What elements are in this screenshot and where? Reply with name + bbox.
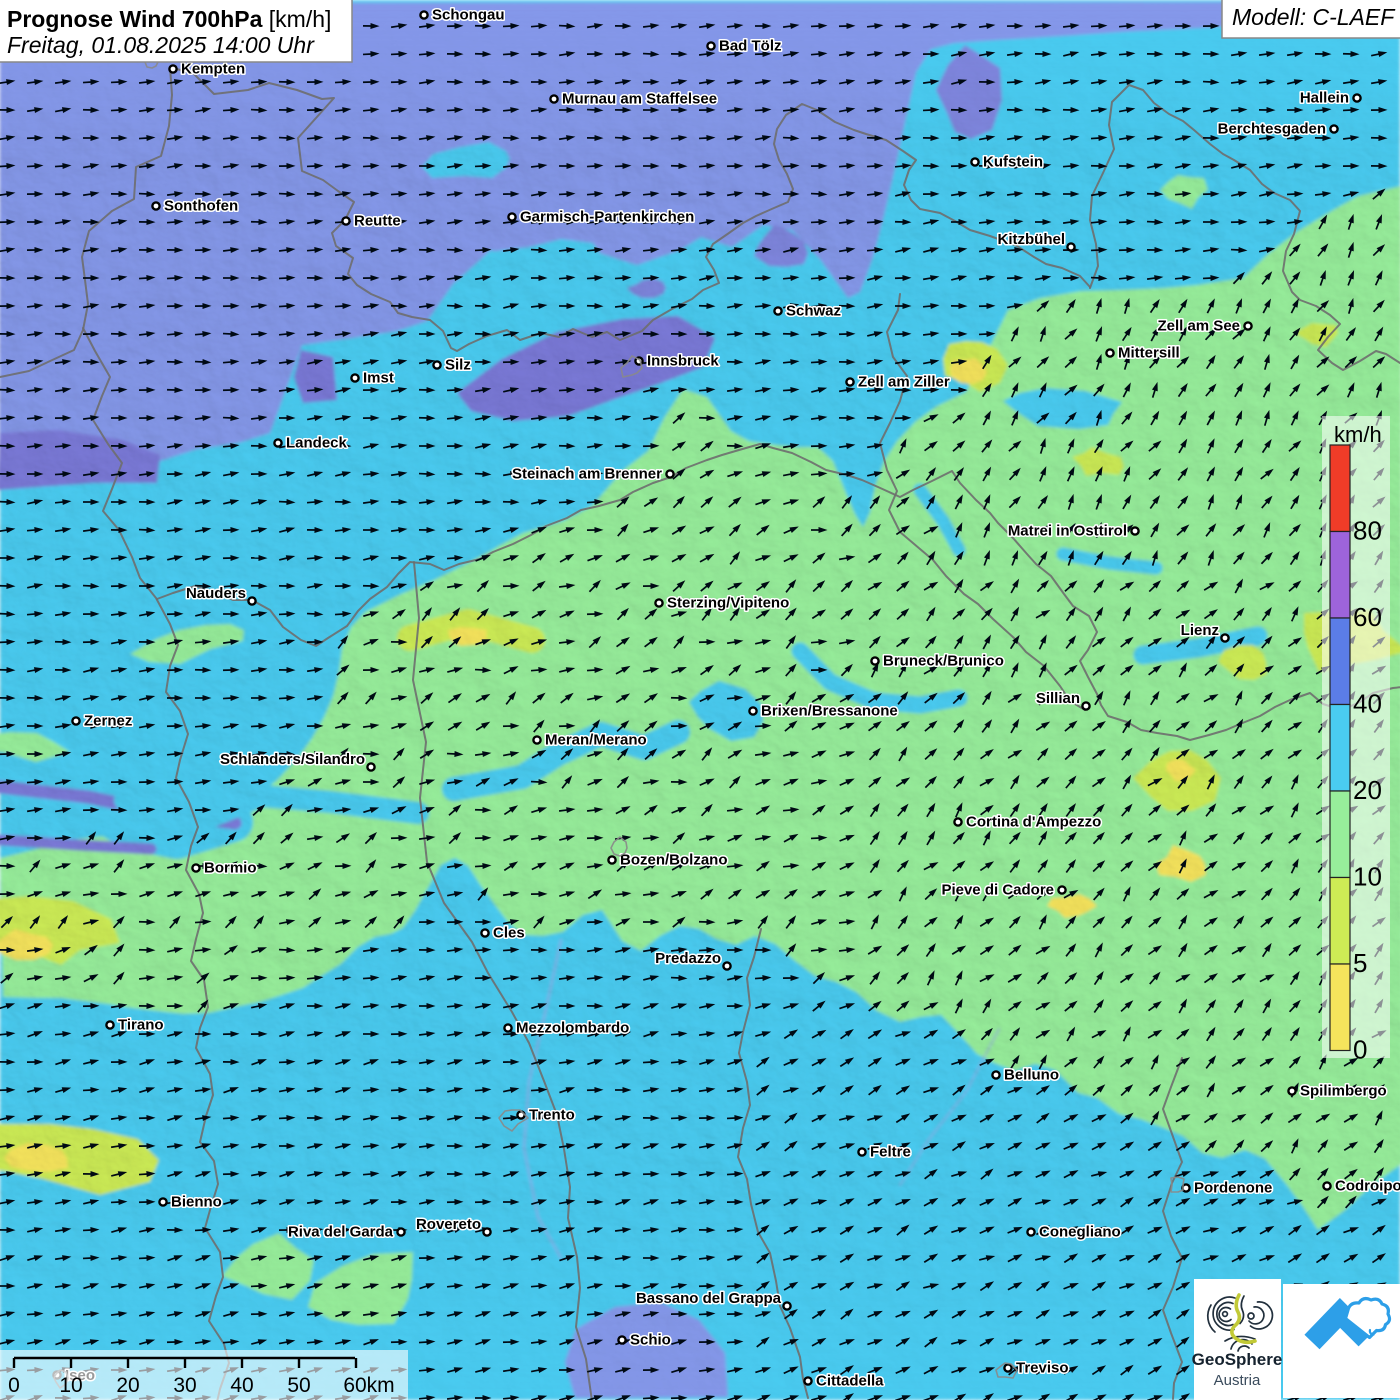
- svg-text:Tirano: Tirano: [118, 1017, 164, 1034]
- svg-text:Steinach am Brenner: Steinach am Brenner: [512, 466, 662, 483]
- svg-text:Bassano del Grappa: Bassano del Grappa: [636, 1290, 782, 1307]
- svg-text:40: 40: [230, 1374, 253, 1397]
- svg-text:Schio: Schio: [630, 1332, 671, 1349]
- svg-text:Hallein: Hallein: [1300, 90, 1349, 107]
- svg-text:40: 40: [1353, 689, 1382, 719]
- svg-text:5: 5: [1353, 948, 1367, 978]
- svg-text:Cles: Cles: [493, 925, 525, 942]
- svg-text:Zernez: Zernez: [84, 713, 132, 730]
- svg-text:Rovereto: Rovereto: [416, 1216, 481, 1233]
- svg-text:Prognose Wind 700hPa [km/h]: Prognose Wind 700hPa [km/h]: [7, 6, 331, 32]
- svg-text:20: 20: [116, 1374, 139, 1397]
- svg-text:10: 10: [1353, 862, 1382, 892]
- svg-text:Imst: Imst: [363, 370, 394, 387]
- svg-text:10: 10: [59, 1374, 82, 1397]
- svg-text:Bormio: Bormio: [204, 860, 257, 877]
- svg-text:Codroipo: Codroipo: [1335, 1178, 1400, 1195]
- svg-text:Feltre: Feltre: [870, 1144, 911, 1161]
- svg-text:60: 60: [1353, 602, 1382, 632]
- svg-text:Schwaz: Schwaz: [786, 303, 841, 320]
- svg-text:Innsbruck: Innsbruck: [647, 353, 719, 370]
- svg-text:Conegliano: Conegliano: [1039, 1224, 1121, 1241]
- svg-text:Berchtesgaden: Berchtesgaden: [1218, 121, 1326, 138]
- svg-text:Bad Tölz: Bad Tölz: [719, 38, 782, 55]
- svg-text:Bruneck/Brunico: Bruneck/Brunico: [883, 653, 1004, 670]
- svg-text:Zell am See: Zell am See: [1157, 318, 1240, 335]
- svg-text:Kufstein: Kufstein: [983, 154, 1043, 171]
- svg-text:Lienz: Lienz: [1181, 622, 1219, 639]
- svg-text:Austria: Austria: [1214, 1372, 1261, 1389]
- svg-text:Spilimbergo: Spilimbergo: [1300, 1083, 1387, 1100]
- svg-text:Trento: Trento: [529, 1107, 575, 1124]
- svg-text:Mezzolombardo: Mezzolombardo: [516, 1020, 629, 1037]
- svg-text:Murnau am Staffelsee: Murnau am Staffelsee: [562, 91, 717, 108]
- svg-text:Modell: C-LAEF: Modell: C-LAEF: [1232, 4, 1396, 30]
- svg-text:Pordenone: Pordenone: [1194, 1180, 1272, 1197]
- svg-text:Treviso: Treviso: [1016, 1360, 1069, 1377]
- svg-text:Bienno: Bienno: [171, 1194, 222, 1211]
- svg-text:80: 80: [1353, 516, 1382, 546]
- svg-text:0: 0: [8, 1374, 20, 1397]
- svg-text:Cortina d'Ampezzo: Cortina d'Ampezzo: [966, 814, 1101, 831]
- svg-text:Zell am Ziller: Zell am Ziller: [858, 374, 950, 391]
- svg-text:Pieve di Cadore: Pieve di Cadore: [941, 882, 1054, 899]
- svg-text:Schongau: Schongau: [432, 7, 505, 24]
- svg-text:GeoSphere: GeoSphere: [1192, 1350, 1283, 1369]
- svg-text:Predazzo: Predazzo: [655, 950, 721, 967]
- svg-text:Sterzing/Vipiteno: Sterzing/Vipiteno: [667, 595, 789, 612]
- svg-text:Bozen/Bolzano: Bozen/Bolzano: [620, 852, 728, 869]
- svg-text:Cittadella: Cittadella: [816, 1373, 884, 1390]
- svg-text:Kitzbühel: Kitzbühel: [998, 231, 1066, 248]
- svg-text:0: 0: [1353, 1035, 1367, 1065]
- svg-text:Kempten: Kempten: [181, 61, 245, 78]
- svg-text:Silz: Silz: [445, 357, 471, 374]
- svg-text:60km: 60km: [343, 1374, 394, 1397]
- svg-text:Landeck: Landeck: [286, 435, 348, 452]
- svg-text:30: 30: [173, 1374, 196, 1397]
- svg-text:km/h: km/h: [1334, 422, 1382, 447]
- svg-text:Garmisch-Partenkirchen: Garmisch-Partenkirchen: [520, 209, 694, 226]
- svg-text:Meran/Merano: Meran/Merano: [545, 732, 647, 749]
- svg-text:Reutte: Reutte: [354, 213, 401, 230]
- svg-text:Freitag, 01.08.2025 14:00 Uhr: Freitag, 01.08.2025 14:00 Uhr: [7, 32, 315, 58]
- svg-text:Sonthofen: Sonthofen: [164, 198, 238, 215]
- svg-text:Brixen/Bressanone: Brixen/Bressanone: [761, 703, 898, 720]
- svg-text:Riva del Garda: Riva del Garda: [288, 1224, 394, 1241]
- svg-text:Matrei in Osttirol: Matrei in Osttirol: [1008, 523, 1127, 540]
- svg-text:50: 50: [287, 1374, 310, 1397]
- svg-text:Belluno: Belluno: [1004, 1067, 1059, 1084]
- svg-text:20: 20: [1353, 775, 1382, 805]
- svg-text:Nauders: Nauders: [186, 585, 246, 602]
- svg-text:Schlanders/Silandro: Schlanders/Silandro: [220, 751, 365, 768]
- svg-text:Mittersill: Mittersill: [1118, 345, 1180, 362]
- svg-text:Sillian: Sillian: [1036, 690, 1080, 707]
